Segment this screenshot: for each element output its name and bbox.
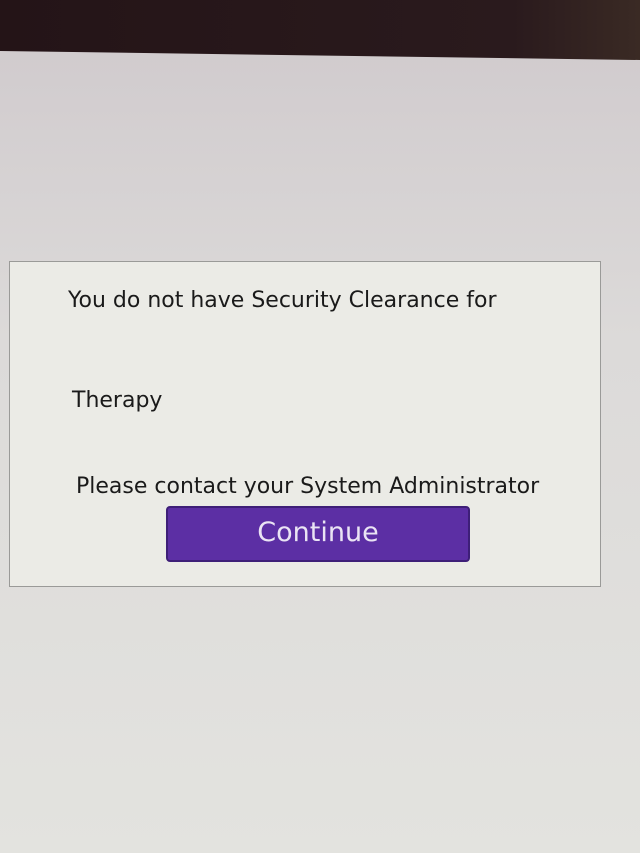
contact-admin-message: Please contact your System Administrator [76,474,540,499]
continue-button[interactable]: Continue [166,506,470,562]
security-clearance-dialog: You do not have Security Clearance for T… [9,261,601,587]
clearance-message: You do not have Security Clearance for [68,288,497,313]
module-name: Therapy [72,388,163,413]
monitor-bezel [0,0,640,60]
